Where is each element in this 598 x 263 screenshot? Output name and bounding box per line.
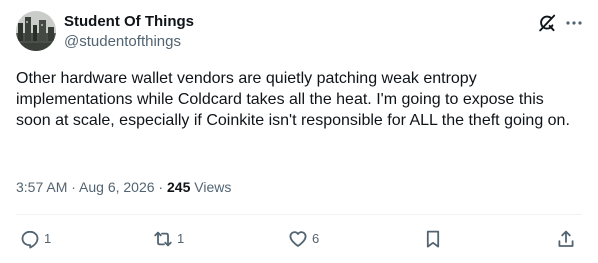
tweet-timestamp[interactable]: 3:57 AM · Aug 6, 2026 · [16, 179, 167, 195]
repost-button[interactable]: 1 [153, 229, 184, 249]
like-count: 6 [312, 231, 320, 246]
reply-button[interactable]: 1 [20, 229, 51, 249]
share-icon [556, 229, 576, 249]
repost-icon [153, 229, 173, 249]
avatar[interactable] [16, 11, 56, 51]
like-icon [288, 229, 308, 249]
grok-icon[interactable] [537, 13, 557, 33]
bookmark-button[interactable] [423, 229, 443, 249]
repost-count: 1 [177, 231, 185, 246]
tweet[interactable]: Student Of Things @studentofthings Other… [0, 0, 598, 263]
views-label: Views [190, 179, 232, 195]
share-button[interactable] [556, 229, 576, 249]
bookmark-icon [423, 229, 443, 249]
author-name[interactable]: Student Of Things [64, 12, 194, 32]
tweet-text: Other hardware wallet vendors are quietl… [16, 70, 570, 129]
divider [16, 214, 582, 215]
reply-icon [20, 229, 40, 249]
reply-count: 1 [44, 231, 52, 246]
like-button[interactable]: 6 [288, 229, 319, 249]
tweet-meta: 3:57 AM · Aug 6, 2026 · 245 Views [16, 177, 231, 197]
more-icon[interactable] [564, 13, 584, 33]
views-count: 245 [167, 179, 191, 195]
author-handle[interactable]: @studentofthings [64, 32, 181, 52]
